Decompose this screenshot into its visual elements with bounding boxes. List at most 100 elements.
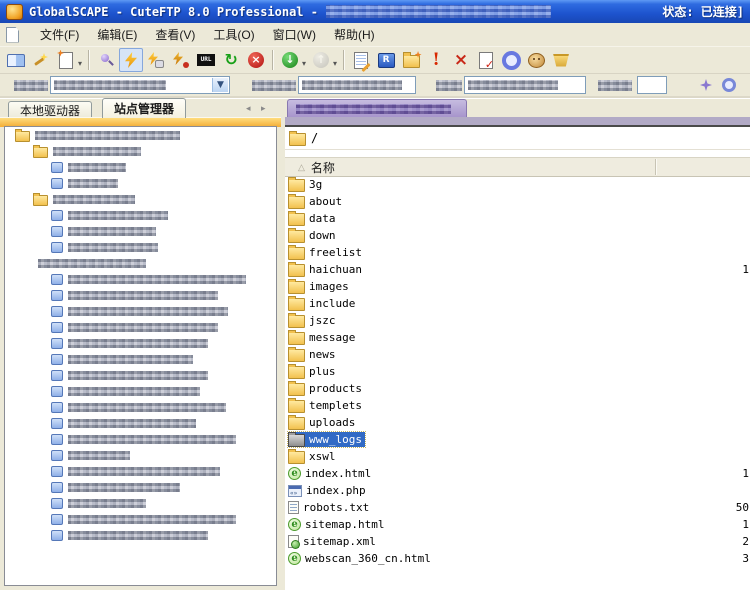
site-tree-row[interactable]: [5, 399, 276, 415]
menu-item-5[interactable]: 帮助(H): [325, 23, 384, 46]
file-row[interactable]: index.html1: [285, 465, 750, 482]
file-row[interactable]: templets: [285, 397, 750, 414]
file-row[interactable]: message: [285, 329, 750, 346]
menu-item-3[interactable]: 工具(O): [204, 23, 263, 46]
download-dropdown-icon[interactable]: ▾: [302, 59, 306, 68]
site-tree-row[interactable]: [5, 319, 276, 335]
file-row[interactable]: 3g: [285, 176, 750, 193]
site-tree-row[interactable]: [5, 143, 276, 159]
disconnect-button[interactable]: [169, 48, 193, 72]
site-icon: [51, 290, 63, 301]
site-tree-row[interactable]: [5, 495, 276, 511]
site-tree-row[interactable]: [5, 463, 276, 479]
tab-local-drives[interactable]: 本地驱动器: [8, 101, 92, 118]
site-tree-row[interactable]: [5, 367, 276, 383]
site-tree-row[interactable]: [5, 223, 276, 239]
globe-ring-button[interactable]: [499, 48, 523, 72]
file-row[interactable]: xswl: [285, 448, 750, 465]
file-row[interactable]: about: [285, 193, 750, 210]
site-tree-row[interactable]: [5, 159, 276, 175]
remote-path-bar[interactable]: /: [285, 127, 750, 150]
file-row[interactable]: webscan_360_cn.html3: [285, 550, 750, 567]
site-tree-row[interactable]: [5, 303, 276, 319]
site-tree-row[interactable]: [5, 239, 276, 255]
remote-site-tab[interactable]: [287, 99, 467, 117]
file-row[interactable]: www_logs: [285, 431, 750, 448]
menu-item-0[interactable]: 文件(F): [31, 23, 88, 46]
site-tree-row[interactable]: [5, 479, 276, 495]
upload-button[interactable]: [309, 48, 333, 72]
password-field[interactable]: [464, 76, 586, 94]
file-row[interactable]: down: [285, 227, 750, 244]
file-row[interactable]: index.php: [285, 482, 750, 499]
site-tree-row[interactable]: [5, 431, 276, 447]
file-row[interactable]: robots.txt50: [285, 499, 750, 516]
site-tree-row[interactable]: [5, 415, 276, 431]
selected-item[interactable]: www_logs: [288, 432, 365, 447]
connect-button[interactable]: [119, 48, 143, 72]
new-site-dropdown-icon[interactable]: ▾: [78, 59, 82, 68]
chevron-down-icon[interactable]: ▼: [212, 78, 228, 92]
site-icon: [51, 274, 63, 285]
child-window-icon[interactable]: [6, 27, 19, 43]
site-tree-row[interactable]: [5, 287, 276, 303]
new-folder-button[interactable]: [399, 48, 423, 72]
refresh-button[interactable]: [219, 48, 243, 72]
file-row[interactable]: sitemap.html1: [285, 516, 750, 533]
download-button[interactable]: [278, 48, 302, 72]
folder-icon: [288, 281, 305, 294]
basket-button[interactable]: [549, 48, 573, 72]
folder-icon: [288, 400, 305, 413]
connection-wizard-button[interactable]: [29, 48, 53, 72]
site-tree-row[interactable]: [5, 207, 276, 223]
file-row[interactable]: uploads: [285, 414, 750, 431]
menu-item-2[interactable]: 查看(V): [146, 23, 204, 46]
file-row[interactable]: haichuan1: [285, 261, 750, 278]
site-tree-row[interactable]: [5, 527, 276, 543]
file-row[interactable]: data: [285, 210, 750, 227]
file-row[interactable]: news: [285, 346, 750, 363]
username-field[interactable]: [298, 76, 416, 94]
tab-site-manager[interactable]: 站点管理器: [102, 98, 186, 118]
edit-document-button[interactable]: [349, 48, 373, 72]
site-tree-row[interactable]: [5, 271, 276, 287]
delete-button[interactable]: [449, 48, 473, 72]
verify-button[interactable]: [474, 48, 498, 72]
file-row[interactable]: images: [285, 278, 750, 295]
new-site-button[interactable]: [54, 48, 78, 72]
file-row[interactable]: products: [285, 380, 750, 397]
tab-scroll-arrows[interactable]: ◂ ▸: [246, 103, 270, 114]
priority-button[interactable]: [424, 48, 448, 72]
site-tree-row[interactable]: [5, 351, 276, 367]
site-tree-row[interactable]: [5, 511, 276, 527]
file-row[interactable]: sitemap.xml2: [285, 533, 750, 550]
port-field[interactable]: [637, 76, 667, 94]
upload-dropdown-icon[interactable]: ▾: [333, 59, 337, 68]
media-player-button[interactable]: [374, 48, 398, 72]
file-row[interactable]: freelist: [285, 244, 750, 261]
sort-ascending-icon: △: [298, 162, 305, 173]
reconnect-button[interactable]: [144, 48, 168, 72]
site-tree-row[interactable]: [5, 383, 276, 399]
host-combobox[interactable]: ▼: [50, 76, 230, 94]
column-header-name[interactable]: 名称: [311, 159, 335, 176]
menu-item-4[interactable]: 窗口(W): [264, 23, 325, 46]
menu-item-1[interactable]: 编辑(E): [88, 23, 146, 46]
file-row[interactable]: plus: [285, 363, 750, 380]
site-tree-row[interactable]: [5, 255, 276, 271]
site-tree-row[interactable]: [5, 447, 276, 463]
file-row[interactable]: jszc: [285, 312, 750, 329]
support-monkey-button[interactable]: [524, 48, 548, 72]
site-tree-row[interactable]: [5, 127, 276, 143]
quick-connect-icon[interactable]: [700, 79, 712, 91]
site-tree-row[interactable]: [5, 335, 276, 351]
connect-settings-icon[interactable]: [722, 78, 736, 92]
quick-pin-button[interactable]: [94, 48, 118, 72]
file-row[interactable]: include: [285, 295, 750, 312]
site-tree-row[interactable]: [5, 191, 276, 207]
column-resize-handle[interactable]: [655, 159, 657, 175]
connect-url-button[interactable]: [194, 48, 218, 72]
site-tree-row[interactable]: [5, 175, 276, 191]
site-wizard-button[interactable]: [4, 48, 28, 72]
stop-button[interactable]: [244, 48, 268, 72]
